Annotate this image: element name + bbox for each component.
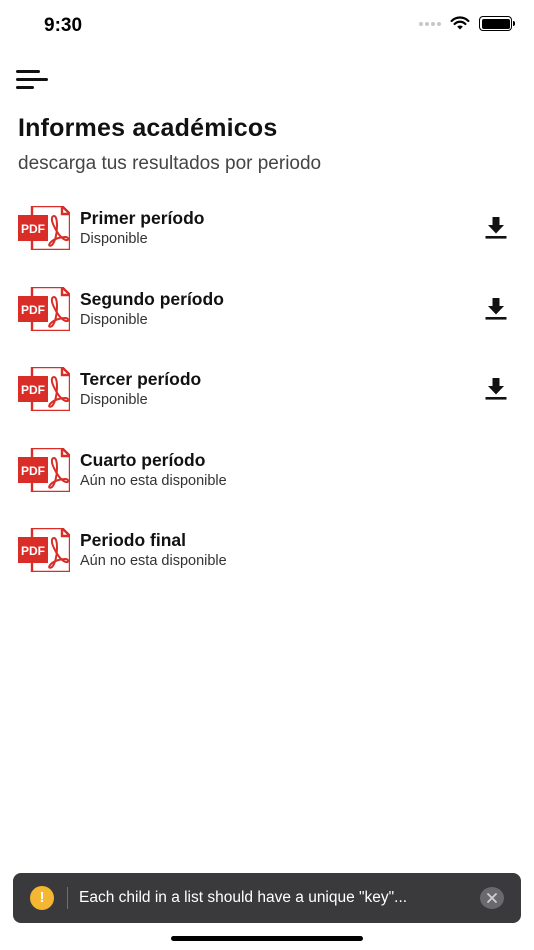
pdf-icon: PDF xyxy=(18,286,70,331)
close-icon[interactable] xyxy=(480,887,504,909)
pdf-icon: PDF xyxy=(18,528,70,572)
download-icon[interactable] xyxy=(482,375,510,403)
report-item: PDF Cuarto período Aún no esta disponible xyxy=(0,442,534,498)
report-status: Disponible xyxy=(80,311,148,328)
report-title: Cuarto período xyxy=(80,449,206,470)
page-title: Informes académicos xyxy=(18,114,278,142)
wifi-icon xyxy=(450,16,470,30)
report-status: Disponible xyxy=(80,231,148,247)
report-status: Aún no esta disponible xyxy=(80,553,227,569)
status-icons xyxy=(419,16,515,31)
toast-message: Each child in a list should have a uniqu… xyxy=(79,889,408,906)
report-item: PDF Periodo final Aún no esta disponible xyxy=(0,522,534,578)
pdf-icon: PDF xyxy=(18,367,70,411)
report-title: Tercer período xyxy=(80,369,202,389)
pdf-icon: PDF xyxy=(18,206,70,250)
report-title: Primer período xyxy=(80,208,205,228)
home-indicator[interactable] xyxy=(171,936,363,941)
pdf-icon: PDF xyxy=(18,447,70,492)
download-icon[interactable] xyxy=(482,295,510,323)
report-title: Segundo período xyxy=(80,288,224,309)
page-subtitle: descarga tus resultados por periodo xyxy=(18,153,322,174)
menu-button[interactable] xyxy=(16,68,50,92)
svg-text:PDF: PDF xyxy=(21,222,45,236)
svg-text:PDF: PDF xyxy=(21,303,45,317)
cellular-signal-icon xyxy=(419,21,441,26)
svg-text:PDF: PDF xyxy=(21,383,45,397)
report-item[interactable]: PDF Segundo período Disponible xyxy=(0,281,534,337)
report-title: Periodo final xyxy=(80,530,186,550)
report-item[interactable]: PDF Tercer período Disponible xyxy=(0,361,534,417)
report-item[interactable]: PDF Primer período Disponible xyxy=(0,200,534,256)
report-status: Aún no esta disponible xyxy=(80,472,227,489)
report-status: Disponible xyxy=(80,392,148,408)
status-bar: 9:30 xyxy=(0,0,534,50)
svg-text:PDF: PDF xyxy=(21,464,45,478)
toast-divider xyxy=(67,887,68,909)
svg-text:PDF: PDF xyxy=(21,544,45,558)
status-time: 9:30 xyxy=(44,15,83,36)
toast-warning[interactable]: ! Each child in a list should have a uni… xyxy=(13,873,521,923)
battery-icon xyxy=(479,16,515,31)
warning-icon: ! xyxy=(30,886,54,910)
download-icon[interactable] xyxy=(482,214,510,242)
